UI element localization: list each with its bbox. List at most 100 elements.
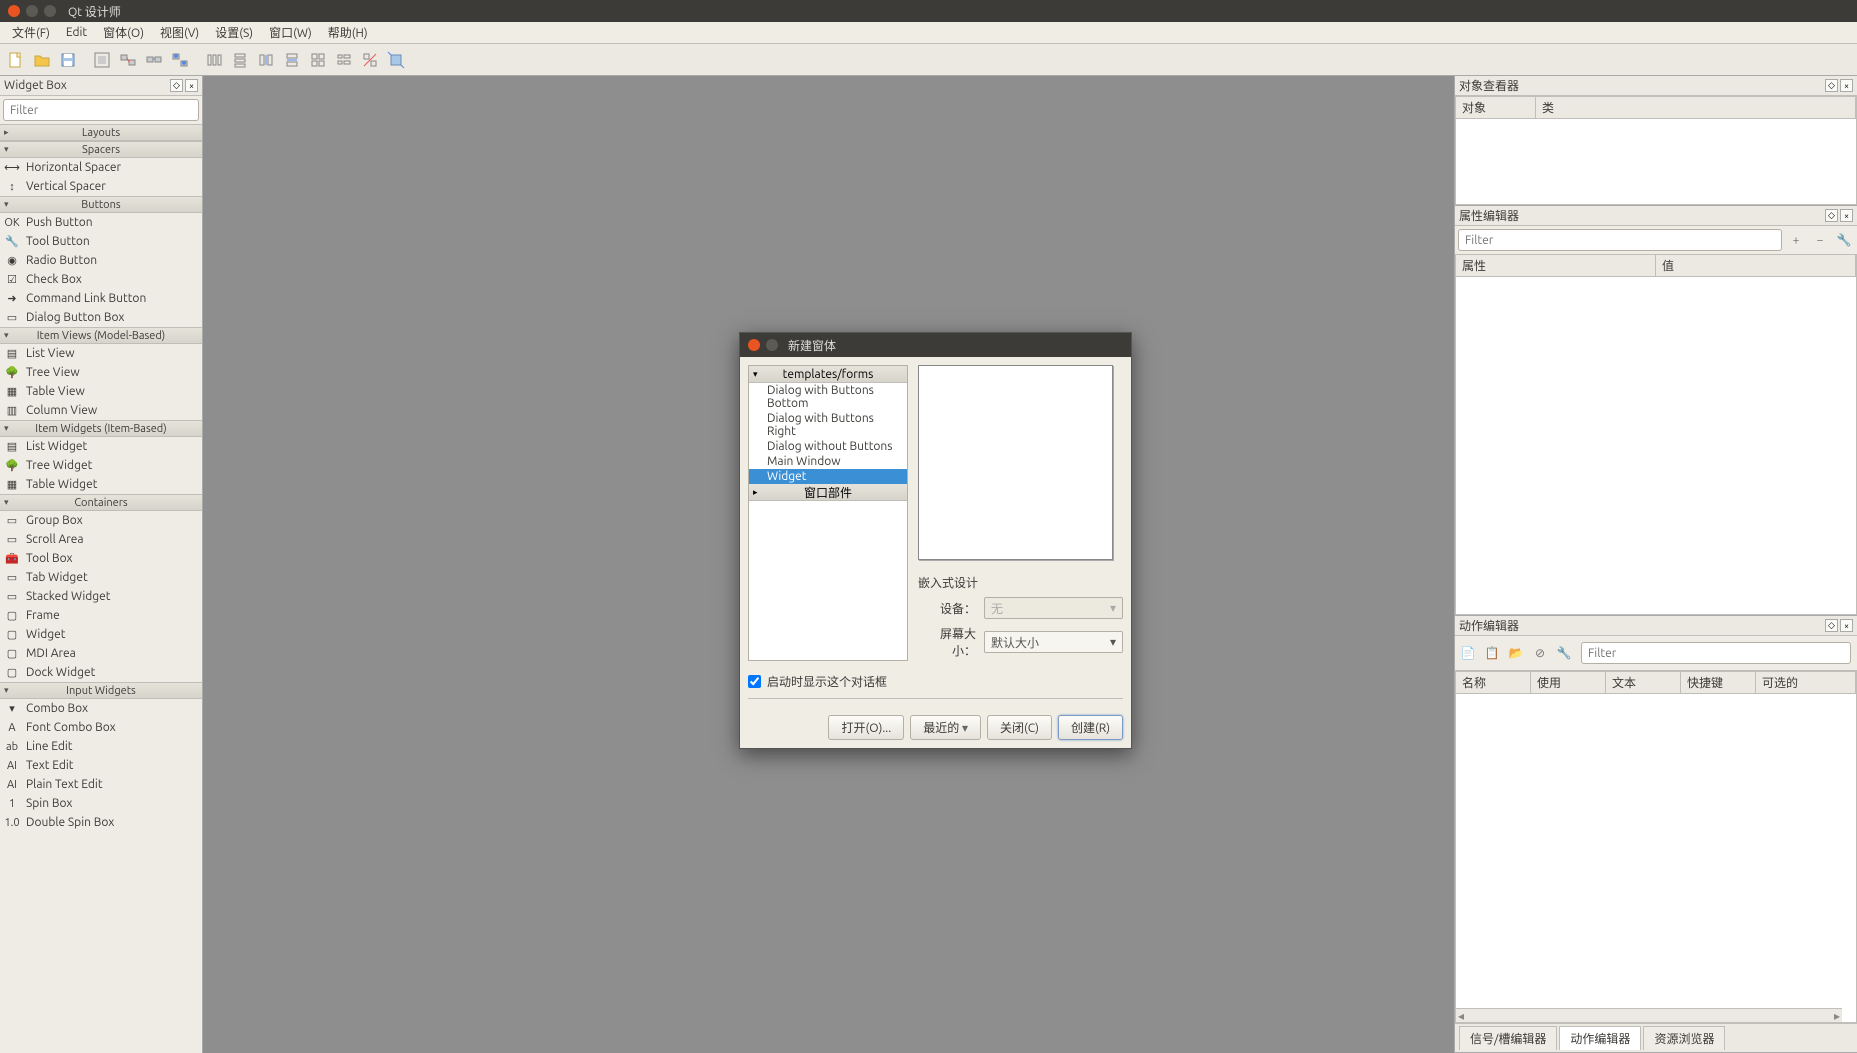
adjust-size-icon[interactable] (384, 48, 408, 72)
panel-close-icon[interactable]: × (1840, 619, 1853, 632)
horizontal-scrollbar[interactable]: ◂▸ (1456, 1008, 1842, 1022)
new-file-icon[interactable] (4, 48, 28, 72)
widget-item[interactable]: ▭Tab Widget (0, 568, 202, 587)
widget-category[interactable]: ▾Item Views (Model-Based) (0, 327, 202, 344)
widget-item[interactable]: ▭Scroll Area (0, 530, 202, 549)
action-col-text[interactable]: 文本 (1606, 672, 1681, 693)
layout-grid-icon[interactable] (306, 48, 330, 72)
panel-close-icon[interactable]: × (1840, 79, 1853, 92)
widget-item[interactable]: ▥Column View (0, 401, 202, 420)
menu-file[interactable]: 文件(F) (4, 22, 58, 43)
save-file-icon[interactable] (56, 48, 80, 72)
property-col-value[interactable]: 值 (1656, 255, 1856, 276)
widget-box-list[interactable]: ▸Layouts▾Spacers⟷Horizontal Spacer↕Verti… (0, 124, 202, 1053)
layout-vbox-icon[interactable] (228, 48, 252, 72)
menu-window[interactable]: 窗口(W) (261, 22, 320, 43)
widget-category[interactable]: ▸Layouts (0, 124, 202, 141)
widget-item[interactable]: ☑Check Box (0, 270, 202, 289)
widget-item[interactable]: ▤List View (0, 344, 202, 363)
menu-help[interactable]: 帮助(H) (320, 22, 376, 43)
close-icon[interactable] (8, 5, 20, 17)
widget-item[interactable]: ▭Group Box (0, 511, 202, 530)
menu-view[interactable]: 视图(V) (152, 22, 207, 43)
copy-action-icon[interactable]: 📋 (1482, 643, 1502, 663)
create-button[interactable]: 创建(R) (1058, 715, 1123, 740)
layout-vsplit-icon[interactable] (280, 48, 304, 72)
widget-item[interactable]: AFont Combo Box (0, 718, 202, 737)
remove-property-icon[interactable]: − (1810, 230, 1830, 250)
delete-action-icon[interactable]: ⊘ (1530, 643, 1550, 663)
widget-item[interactable]: 🔧Tool Button (0, 232, 202, 251)
open-button[interactable]: 打开(O)... (828, 715, 904, 740)
widget-item[interactable]: ⟷Horizontal Spacer (0, 158, 202, 177)
panel-float-icon[interactable]: ◇ (1825, 209, 1838, 222)
template-item[interactable]: Dialog without Buttons (749, 439, 907, 454)
widget-item[interactable]: ▢MDI Area (0, 644, 202, 663)
widget-item[interactable]: ▭Dialog Button Box (0, 308, 202, 327)
widget-category[interactable]: ▾Item Widgets (Item-Based) (0, 420, 202, 437)
widget-category[interactable]: ▾Input Widgets (0, 682, 202, 699)
widget-item[interactable]: 🌳Tree Widget (0, 456, 202, 475)
template-item[interactable]: Dialog with Buttons Right (749, 411, 907, 439)
add-property-icon[interactable]: + (1786, 230, 1806, 250)
screen-size-select[interactable]: 默认大小▾ (984, 631, 1123, 653)
layout-hbox-icon[interactable] (202, 48, 226, 72)
recent-button[interactable]: 最近的 (910, 715, 981, 740)
dialog-close-icon[interactable] (748, 339, 760, 351)
widget-item[interactable]: ▢Frame (0, 606, 202, 625)
panel-float-icon[interactable]: ◇ (1825, 79, 1838, 92)
template-item[interactable]: Widget (749, 469, 907, 484)
widget-item[interactable]: ↕Vertical Spacer (0, 177, 202, 196)
widget-item[interactable]: AIPlain Text Edit (0, 775, 202, 794)
widget-item[interactable]: 1Spin Box (0, 794, 202, 813)
minimize-icon[interactable] (26, 5, 38, 17)
menu-edit[interactable]: Edit (58, 24, 95, 41)
action-col-used[interactable]: 使用 (1531, 672, 1606, 693)
widget-item[interactable]: ▤List Widget (0, 437, 202, 456)
property-col-name[interactable]: 属性 (1456, 255, 1656, 276)
widget-item[interactable]: 🧰Tool Box (0, 549, 202, 568)
show-on-startup-checkbox[interactable]: 启动时显示这个对话框 (748, 673, 1123, 690)
object-col-class[interactable]: 类 (1536, 97, 1856, 118)
configure-icon[interactable]: 🔧 (1834, 230, 1854, 250)
widget-category[interactable]: ▾Spacers (0, 141, 202, 158)
widget-item[interactable]: ▦Table View (0, 382, 202, 401)
layout-form-icon[interactable] (332, 48, 356, 72)
widget-category[interactable]: ▾Containers (0, 494, 202, 511)
property-filter[interactable] (1458, 229, 1782, 251)
widget-item[interactable]: ▭Stacked Widget (0, 587, 202, 606)
break-layout-icon[interactable] (358, 48, 382, 72)
widget-item[interactable]: abLine Edit (0, 737, 202, 756)
widget-item[interactable]: AIText Edit (0, 756, 202, 775)
widget-item[interactable]: 1.0Double Spin Box (0, 813, 202, 832)
widget-category[interactable]: ▾Buttons (0, 196, 202, 213)
widget-item[interactable]: ▾Combo Box (0, 699, 202, 718)
edit-widgets-icon[interactable] (90, 48, 114, 72)
widget-box-filter[interactable] (3, 99, 199, 121)
dialog-minimize-icon[interactable] (766, 339, 778, 351)
maximize-icon[interactable] (44, 5, 56, 17)
edit-taborder-icon[interactable] (168, 48, 192, 72)
menu-form[interactable]: 窗体(O) (95, 22, 152, 43)
widget-item[interactable]: ◉Radio Button (0, 251, 202, 270)
window-parts-header[interactable]: ▸窗口部件 (749, 484, 907, 501)
action-col-checkable[interactable]: 可选的 (1756, 672, 1856, 693)
tab-resource-browser[interactable]: 资源浏览器 (1643, 1026, 1725, 1050)
action-col-name[interactable]: 名称 (1456, 672, 1531, 693)
object-col-object[interactable]: 对象 (1456, 97, 1536, 118)
widget-item[interactable]: ▢Widget (0, 625, 202, 644)
templates-tree[interactable]: ▾templates/forms Dialog with Buttons Bot… (748, 365, 908, 661)
configure-action-icon[interactable]: 🔧 (1554, 643, 1574, 663)
tab-action-editor[interactable]: 动作编辑器 (1559, 1026, 1641, 1050)
paste-action-icon[interactable]: 📂 (1506, 643, 1526, 663)
tab-signals-slots[interactable]: 信号/槽编辑器 (1459, 1026, 1557, 1050)
edit-signals-icon[interactable] (116, 48, 140, 72)
close-button[interactable]: 关闭(C) (987, 715, 1052, 740)
widget-item[interactable]: ▦Table Widget (0, 475, 202, 494)
panel-close-icon[interactable]: × (1840, 209, 1853, 222)
design-canvas[interactable]: 新建窗体 ▾templates/forms Dialog with Button… (203, 76, 1454, 1053)
open-file-icon[interactable] (30, 48, 54, 72)
panel-close-icon[interactable]: × (185, 79, 198, 92)
widget-item[interactable]: ➜Command Link Button (0, 289, 202, 308)
layout-hsplit-icon[interactable] (254, 48, 278, 72)
